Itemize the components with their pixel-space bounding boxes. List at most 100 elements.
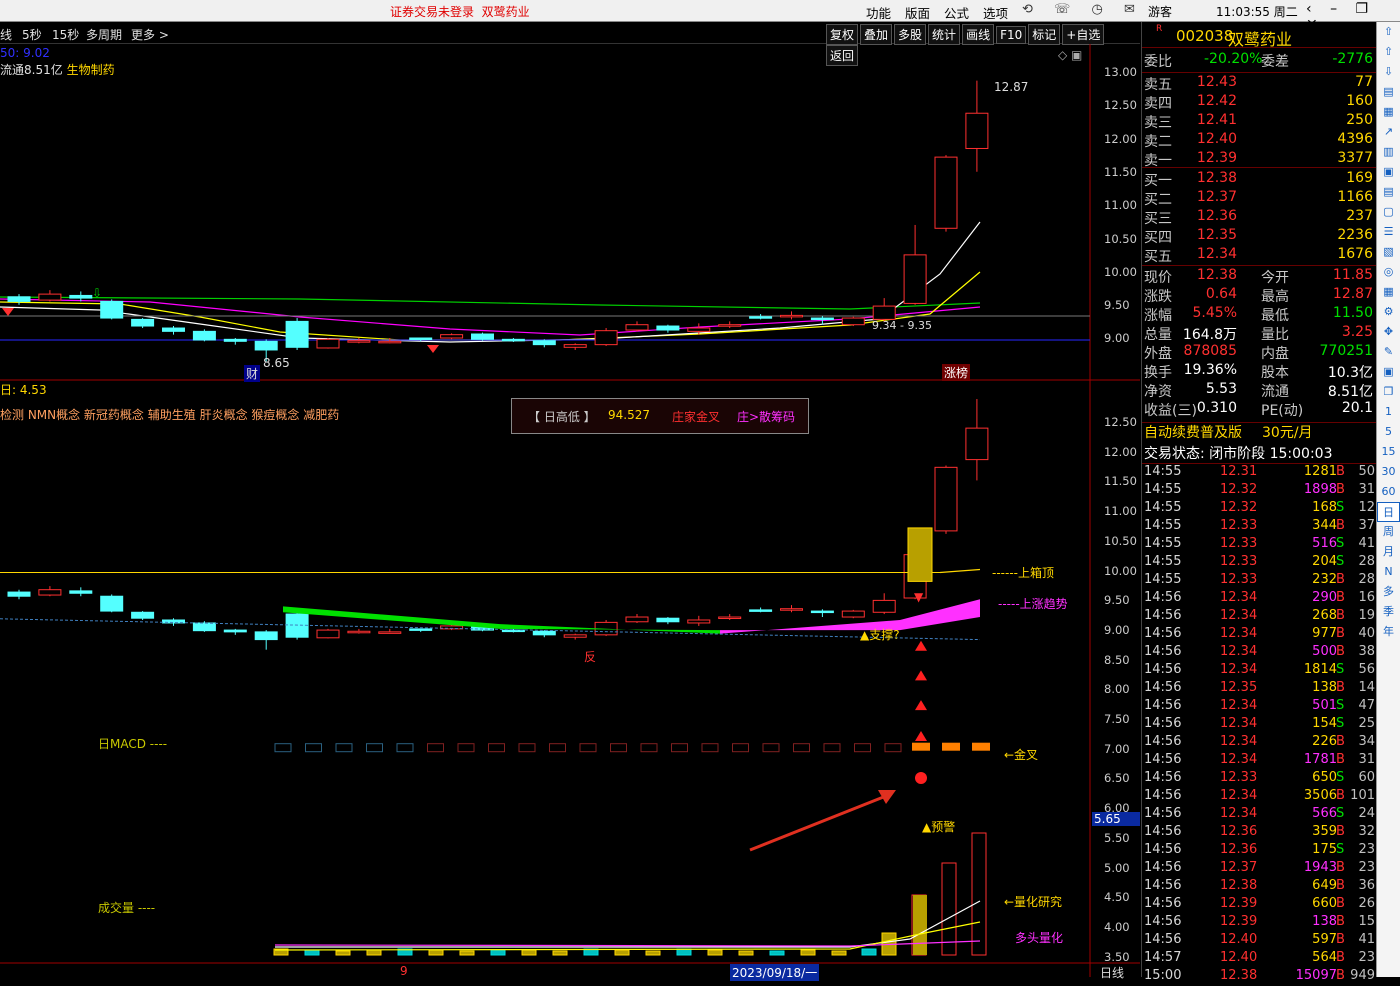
chart-corner-icons[interactable]: ◇ ▣ [1058, 48, 1082, 62]
period-n[interactable]: N [1377, 562, 1400, 582]
menu-options[interactable]: 选项 [983, 6, 1008, 21]
grid-icon[interactable]: ▦ [1377, 282, 1400, 302]
news-icon[interactable]: ▢ [1377, 202, 1400, 222]
candle-body [471, 333, 494, 340]
list-icon[interactable]: ☰ [1377, 222, 1400, 242]
golden-cross-label: ←金叉 [1004, 748, 1039, 762]
menu-function[interactable]: 功能 [866, 6, 891, 21]
clock-icon[interactable]: ◷ [1091, 2, 1102, 17]
volume-bar [831, 950, 847, 956]
arrow-down-icon[interactable]: ⇩ [1377, 62, 1400, 82]
refresh-icon[interactable]: ⟲ [1022, 2, 1033, 17]
tool-mark[interactable]: 标记 [1028, 24, 1061, 45]
period-60[interactable]: 60 [1377, 482, 1400, 502]
candle-icon[interactable]: ▥ [1377, 142, 1400, 162]
period-line[interactable]: 线 [0, 26, 12, 43]
ma-green [0, 296, 981, 310]
period-more[interactable]: 更多 > [131, 26, 169, 43]
tick-row: 14:55 12.32 168 S 12 [1144, 500, 1375, 515]
period-multi[interactable]: 多周期 [86, 26, 122, 43]
tick-row: 14:57 12.40 564 B 23 [1144, 950, 1375, 965]
f12-icon[interactable]: ▧ [1377, 242, 1400, 262]
candle-body [656, 325, 680, 331]
tool-fuquan[interactable]: 复权 [826, 24, 859, 45]
candle-body [254, 340, 278, 351]
period-15[interactable]: 15 [1377, 442, 1400, 462]
highlight-bar [907, 527, 933, 582]
candle-body [7, 296, 31, 302]
candle-body [316, 338, 340, 349]
tool-draw[interactable]: 画线 [962, 24, 995, 45]
crosshair-icon[interactable]: ✥ [1377, 322, 1400, 342]
daily-label[interactable]: 日线 [1100, 964, 1124, 981]
trade-status: 交易状态: 闭市阶段 15:00:03 [1144, 446, 1333, 462]
tool-multi[interactable]: 多股 [894, 24, 927, 45]
candle-body [841, 610, 865, 618]
login-notice[interactable]: 证券交易未登录 双鹭药业 [390, 3, 530, 20]
volume-bar [304, 949, 320, 956]
tool-f10[interactable]: F10 [996, 26, 1027, 44]
back-icon[interactable]: ‹ [1306, 1, 1312, 17]
volume-bar [459, 950, 475, 956]
tool-overlay[interactable]: 叠加 [860, 24, 893, 45]
tool-add-watch[interactable]: +自选 [1062, 24, 1105, 45]
candle-body [934, 466, 958, 532]
volume-bar [335, 950, 351, 956]
zhangbang-marker[interactable]: 涨榜 [942, 364, 971, 381]
macd-bar [335, 743, 353, 753]
period-5s[interactable]: 5秒 [22, 26, 42, 43]
period-quarter[interactable]: 季 [1377, 602, 1400, 622]
candle-body [625, 324, 649, 331]
macd-bar [610, 743, 627, 753]
tick-row: 14:56 12.34 1781 B 31 [1144, 752, 1375, 767]
macd-bar [366, 743, 383, 753]
table-icon[interactable]: ▦ [1377, 102, 1400, 122]
axis-tick: 10.00 [1104, 264, 1137, 279]
tool-stats[interactable]: 统计 [928, 24, 961, 45]
candle-body [378, 340, 402, 344]
period-30[interactable]: 30 [1377, 462, 1400, 482]
axis-tick: 11.00 [1104, 198, 1137, 213]
menu-formula[interactable]: 公式 [944, 6, 969, 21]
f5-icon[interactable]: ▣ [1377, 362, 1400, 382]
period-week[interactable]: 周 [1377, 522, 1400, 542]
target-icon[interactable]: ◎ [1377, 262, 1400, 282]
macd-bar [274, 743, 292, 753]
period-multi-side[interactable]: 多 [1377, 582, 1400, 602]
f10-icon[interactable]: ▤ [1377, 182, 1400, 202]
arrow-up2-icon[interactable]: ⇧ [1377, 42, 1400, 62]
candle-body [192, 330, 216, 341]
guest-label[interactable]: 游客 [1148, 3, 1172, 20]
candle-body [532, 340, 556, 346]
period-15s[interactable]: 15秒 [52, 26, 79, 43]
candle-body [69, 294, 93, 299]
candle-body [69, 590, 93, 594]
maximize-icon[interactable]: ❐ [1356, 1, 1369, 17]
period-year[interactable]: 年 [1377, 622, 1400, 642]
report-icon[interactable]: ▣ [1377, 162, 1400, 182]
chart-icon[interactable]: ▤ [1377, 82, 1400, 102]
candle-body [285, 613, 309, 638]
gear-icon[interactable]: ⚙ [1377, 302, 1400, 322]
kline-chart-area[interactable]: ⇩ ▼ [0, 44, 1141, 977]
trend-icon[interactable]: ↗ [1377, 122, 1400, 142]
indicator-infobox: 【 日高低 】 94.527 庄家金叉 庄>散筹码 [511, 398, 809, 434]
financial-marker[interactable]: 财 [244, 365, 261, 382]
period-1[interactable]: 1 [1377, 402, 1400, 422]
tick-row: 15:00 12.38 15097 B 949 [1144, 968, 1375, 983]
mail-icon[interactable]: ✉ [1124, 2, 1135, 17]
menu-layout[interactable]: 版面 [905, 6, 930, 21]
pencil-icon[interactable]: ✎ [1377, 342, 1400, 362]
period-month[interactable]: 月 [1377, 542, 1400, 562]
period-day[interactable]: 日 [1377, 502, 1400, 522]
arrow-up-icon[interactable]: ⇧ [1377, 22, 1400, 42]
period-5[interactable]: 5 [1377, 422, 1400, 442]
volume-bar [490, 949, 506, 956]
tick-row: 14:56 12.34 500 B 38 [1144, 644, 1375, 659]
phone-icon[interactable]: ☏ [1054, 2, 1070, 17]
minimize-icon[interactable]: – [1330, 1, 1337, 17]
promo-row[interactable]: 自动续费普及版 30元/月 [1142, 422, 1377, 442]
axis-tick: 6.00 [1104, 801, 1130, 816]
quote-header: R 002038 双鹭药业 [1142, 22, 1377, 49]
copy-icon[interactable]: ❐ [1377, 382, 1400, 402]
